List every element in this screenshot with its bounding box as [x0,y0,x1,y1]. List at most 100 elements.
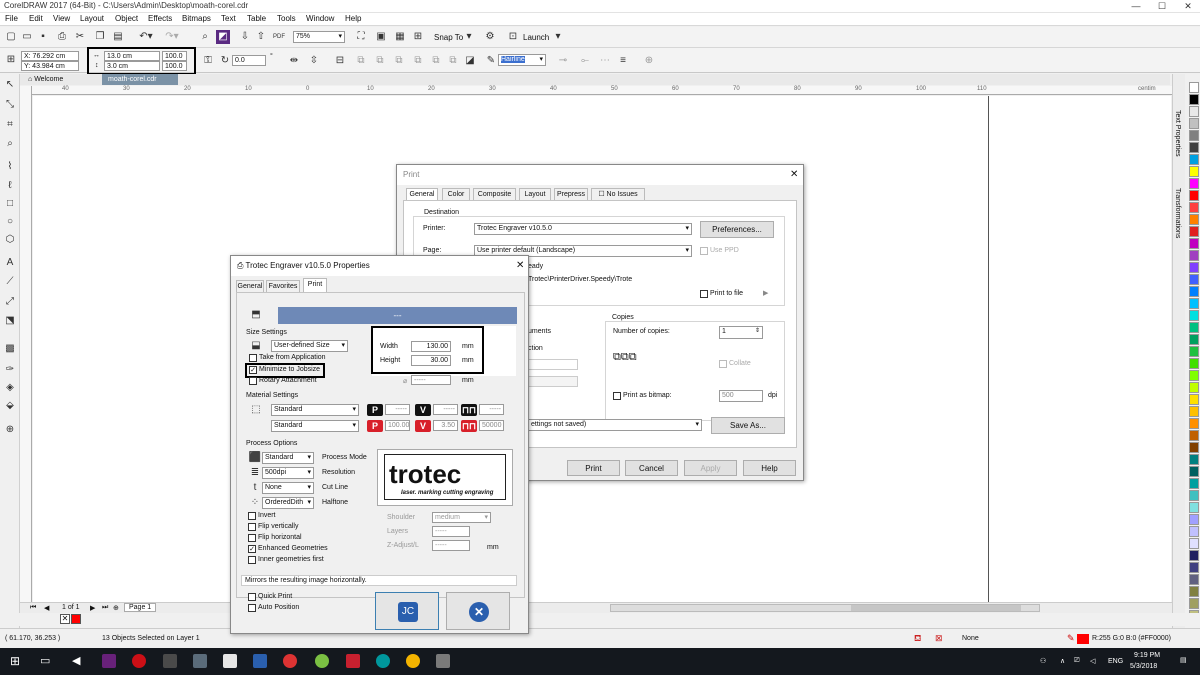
material-select-2[interactable]: Standard [271,420,359,432]
no-color-swatch[interactable]: ✕ [60,614,70,624]
clock-date[interactable]: 5/3/2018 [1130,663,1157,670]
search-content-icon[interactable]: ⌕ [198,30,212,44]
object-origin-icon[interactable]: ⊞ [4,53,18,67]
palette-swatch[interactable] [1189,250,1199,261]
palette-swatch[interactable] [1189,478,1199,489]
import-arrow-icon[interactable]: ⇩ [238,30,252,44]
print-close-icon[interactable]: ✕ [790,169,798,180]
palette-swatch[interactable] [1189,238,1199,249]
even-odd-select[interactable] [528,376,578,387]
rectangle-tool-icon[interactable]: □ [3,197,17,211]
palette-swatch[interactable] [1189,190,1199,201]
tab-composite[interactable]: Composite [473,188,516,200]
menu-window[interactable]: Window [306,14,334,23]
menu-effects[interactable]: Effects [148,14,172,23]
zoom-level-select[interactable]: 75% ▾ [293,31,345,43]
trim-icon[interactable]: ⧉ [392,54,406,68]
snap-chevron-down-icon[interactable]: ▾ [462,30,476,44]
transparency-tool-icon[interactable]: ▩ [3,342,17,356]
process-mode-select[interactable]: Standard [262,452,314,464]
palette-swatch[interactable] [1189,454,1199,465]
palette-swatch[interactable] [1189,370,1199,381]
tab-trotec-print[interactable]: Print [303,278,327,292]
vertical-ruler[interactable] [20,86,32,602]
align-distribute-icon[interactable]: ⊟ [333,54,347,68]
material-select-1[interactable]: Standard [271,404,359,416]
palette-swatch[interactable] [1189,202,1199,213]
copies-spinner[interactable]: 1 ⇕ [719,326,763,339]
palette-swatch[interactable] [1189,382,1199,393]
next-page-icon[interactable]: ▶ [90,604,95,612]
mirror-horizontal-icon[interactable]: ⇹ [287,54,301,68]
connector-tool-icon[interactable]: ⤢ [3,295,17,309]
tab-layout[interactable]: Layout [519,188,551,200]
snap-to-dropdown[interactable]: Snap To [434,33,463,42]
bitmap-dpi-field[interactable]: 500 [719,390,763,402]
rotary-diameter-field[interactable]: ----- [411,375,451,385]
front-minus-back-icon[interactable]: ⧉ [446,54,460,68]
print-button[interactable]: Print [567,460,620,476]
tab-trotec-favorites[interactable]: Favorites [266,280,300,292]
printer-select[interactable]: Trotec Engraver v10.5.0 [474,223,692,235]
trotec-job-control-icon[interactable] [253,654,267,668]
undo-icon[interactable]: ↶▾ [134,30,158,44]
end-arrow-icon[interactable]: ⟜ [578,54,592,68]
back-icon[interactable]: ◀ [72,654,80,667]
notifications-icon[interactable]: ▤ [1180,656,1187,664]
palette-swatch[interactable] [1189,490,1199,501]
print-to-file-arrow-icon[interactable]: ▶ [763,289,768,297]
last-page-icon[interactable]: ⏭ [102,604,108,612]
network-icon[interactable]: ⎚ [1074,657,1080,665]
frequency-field-1[interactable]: ----- [479,404,504,415]
palette-swatch[interactable] [1189,214,1199,225]
save-as-button[interactable]: Save As... [711,417,785,434]
palette-swatch[interactable] [1189,154,1199,165]
palette-swatch[interactable] [1189,82,1199,93]
coreldraw-icon[interactable] [315,654,329,668]
frequency-field-2[interactable]: 50000 [479,420,504,431]
task-view-icon[interactable]: ▭ [40,654,50,667]
palette-swatch[interactable] [1189,262,1199,273]
flip-vertically-checkbox[interactable] [248,523,256,531]
palette-swatch[interactable] [1189,526,1199,537]
explorer-icon[interactable] [163,654,177,668]
show-rulers-icon[interactable]: ▣ [374,30,388,44]
quick-print-checkbox[interactable] [248,593,256,601]
layers-field[interactable]: ----- [432,526,470,537]
shoulder-select[interactable]: medium [432,512,491,523]
launch-chevron-down-icon[interactable]: ▾ [551,30,565,44]
power-field-2[interactable]: 100.00 [385,420,410,431]
first-page-icon[interactable]: ⏮ [30,604,36,612]
palette-swatch[interactable] [1189,130,1199,141]
velocity-field-1[interactable]: ----- [433,404,458,415]
menu-layout[interactable]: Layout [80,14,104,23]
horizontal-ruler[interactable]: 40 30 20 10 0 10 20 30 40 50 60 70 80 90… [32,86,1172,95]
save-icon[interactable]: ▪ [36,30,50,44]
enhanced-geometries-checkbox[interactable]: ✓ [248,545,256,553]
size-type-select[interactable]: User-defined Size [271,340,348,352]
open-icon[interactable]: ▭ [20,30,34,44]
opera-icon[interactable] [132,654,146,668]
user-icon[interactable]: ⚇ [1040,657,1046,665]
mirror-vertical-icon[interactable]: ⇳ [307,54,321,68]
print-style-select[interactable]: ettings not saved) [528,419,702,431]
parallel-dimension-icon[interactable]: ⟋ [3,275,17,289]
smart-fill-icon[interactable]: ⬙ [3,399,17,413]
palette-swatch[interactable] [1189,334,1199,345]
scrollbar-thumb[interactable] [851,605,1021,611]
auto-position-checkbox[interactable] [248,604,256,612]
pick-tool-icon[interactable]: ↖ [3,78,17,92]
tab-trotec-general[interactable]: General [236,280,264,292]
tab-no-issues[interactable]: ☐ No Issues [591,188,645,200]
palette-swatch[interactable] [1189,322,1199,333]
import-icon[interactable]: ◩ [216,30,230,44]
rotary-checkbox[interactable] [249,377,257,385]
eyedropper-tool-icon[interactable]: ✑ [3,363,17,377]
interactive-fill-icon[interactable]: ◈ [3,381,17,395]
palette-swatch[interactable] [1189,466,1199,477]
polygon-tool-icon[interactable]: ⬡ [3,233,17,247]
palette-swatch[interactable] [1189,406,1199,417]
full-screen-icon[interactable]: ⛶ [354,30,368,44]
palette-swatch[interactable] [1189,418,1199,429]
power-field-1[interactable]: ----- [385,404,410,415]
